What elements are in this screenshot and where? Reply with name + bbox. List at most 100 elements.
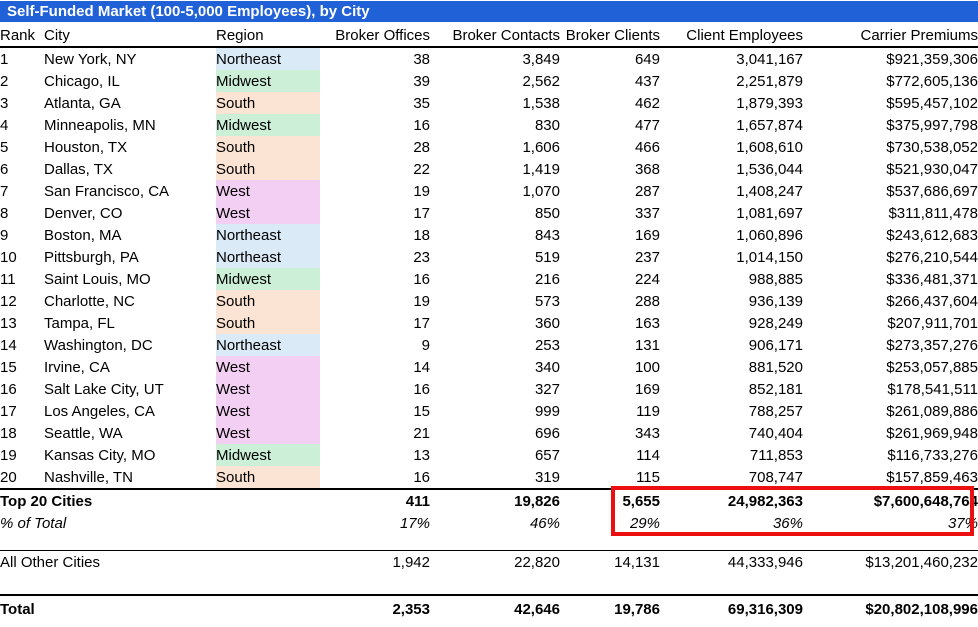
table-row: 1New York, NYNortheast383,8496493,041,16…	[0, 47, 978, 70]
cell-region: Midwest	[216, 444, 320, 466]
cell-city: Salt Lake City, UT	[44, 378, 216, 400]
cell-broker-offices: 21	[320, 422, 430, 444]
cell-region: Northeast	[216, 47, 320, 70]
cell-rank: 2	[0, 70, 44, 92]
cell-broker-contacts: 340	[430, 356, 560, 378]
cell-region: West	[216, 180, 320, 202]
cell-region: South	[216, 136, 320, 158]
cell-city: Kansas City, MO	[44, 444, 216, 466]
report-title-bar: Self-Funded Market (100-5,000 Employees)…	[0, 1, 978, 22]
cell-rank: 3	[0, 92, 44, 114]
cell-client-employees: 1,608,610	[660, 136, 803, 158]
col-header-broker-clients: Broker Clients	[560, 24, 660, 47]
top20-broker-offices: 411	[320, 489, 430, 512]
table-row: 14Washington, DCNortheast9253131906,171$…	[0, 334, 978, 356]
cell-broker-contacts: 1,538	[430, 92, 560, 114]
cell-broker-clients: 288	[560, 290, 660, 312]
cell-region: South	[216, 158, 320, 180]
cell-broker-contacts: 657	[430, 444, 560, 466]
col-header-broker-contacts: Broker Contacts	[430, 24, 560, 47]
cell-region: West	[216, 422, 320, 444]
cell-region: South	[216, 290, 320, 312]
cell-carrier-premiums: $207,911,701	[803, 312, 978, 334]
cell-broker-contacts: 696	[430, 422, 560, 444]
col-header-city: City	[44, 24, 216, 47]
cell-broker-clients: 466	[560, 136, 660, 158]
cell-broker-clients: 337	[560, 202, 660, 224]
other-broker-offices: 1,942	[320, 551, 430, 574]
cell-carrier-premiums: $772,605,136	[803, 70, 978, 92]
cell-broker-clients: 169	[560, 224, 660, 246]
other-client-employees: 44,333,946	[660, 551, 803, 574]
table-row: 19Kansas City, MOMidwest13657114711,853$…	[0, 444, 978, 466]
cell-carrier-premiums: $116,733,276	[803, 444, 978, 466]
cell-broker-offices: 22	[320, 158, 430, 180]
cell-rank: 1	[0, 47, 44, 70]
cell-broker-clients: 437	[560, 70, 660, 92]
table-row: 3Atlanta, GASouth351,5384621,879,393$595…	[0, 92, 978, 114]
cell-carrier-premiums: $336,481,371	[803, 268, 978, 290]
cell-carrier-premiums: $261,969,948	[803, 422, 978, 444]
cell-broker-contacts: 253	[430, 334, 560, 356]
cell-region: West	[216, 400, 320, 422]
cell-broker-contacts: 573	[430, 290, 560, 312]
pct-client-employees: 36%	[660, 512, 803, 534]
cell-rank: 6	[0, 158, 44, 180]
cell-city: Pittsburgh, PA	[44, 246, 216, 268]
col-header-rank: Rank	[0, 24, 44, 47]
cell-carrier-premiums: $157,859,463	[803, 466, 978, 489]
cell-broker-offices: 17	[320, 202, 430, 224]
cell-rank: 16	[0, 378, 44, 400]
cell-broker-contacts: 3,849	[430, 47, 560, 70]
cell-broker-clients: 287	[560, 180, 660, 202]
cell-rank: 4	[0, 114, 44, 136]
cell-client-employees: 2,251,879	[660, 70, 803, 92]
cell-broker-contacts: 360	[430, 312, 560, 334]
cell-carrier-premiums: $537,686,697	[803, 180, 978, 202]
summary-row-total: Total 2,353 42,646 19,786 69,316,309 $20…	[0, 595, 978, 622]
cell-broker-contacts: 999	[430, 400, 560, 422]
cell-client-employees: 928,249	[660, 312, 803, 334]
cell-client-employees: 881,520	[660, 356, 803, 378]
cell-broker-contacts: 216	[430, 268, 560, 290]
col-header-region: Region	[216, 24, 320, 47]
cell-region: West	[216, 202, 320, 224]
cell-broker-contacts: 2,562	[430, 70, 560, 92]
cell-rank: 14	[0, 334, 44, 356]
cell-carrier-premiums: $266,437,604	[803, 290, 978, 312]
page-title: Self-Funded Market (100-5,000 Employees)…	[7, 3, 370, 20]
cell-region: West	[216, 356, 320, 378]
cell-client-employees: 1,081,697	[660, 202, 803, 224]
cell-broker-clients: 649	[560, 47, 660, 70]
table-row: 11Saint Louis, MOMidwest16216224988,885$…	[0, 268, 978, 290]
table-row: 18Seattle, WAWest21696343740,404$261,969…	[0, 422, 978, 444]
cell-client-employees: 936,139	[660, 290, 803, 312]
cell-client-employees: 740,404	[660, 422, 803, 444]
cell-client-employees: 1,536,044	[660, 158, 803, 180]
cell-broker-clients: 237	[560, 246, 660, 268]
cell-broker-clients: 368	[560, 158, 660, 180]
cell-carrier-premiums: $521,930,047	[803, 158, 978, 180]
cell-carrier-premiums: $921,359,306	[803, 47, 978, 70]
top20-broker-clients: 5,655	[560, 489, 660, 512]
cell-carrier-premiums: $730,538,052	[803, 136, 978, 158]
header-row: Rank City Region Broker Offices Broker C…	[0, 24, 978, 47]
cell-rank: 8	[0, 202, 44, 224]
cell-broker-clients: 169	[560, 378, 660, 400]
summary-label-pct: % of Total	[0, 512, 320, 534]
cell-broker-offices: 9	[320, 334, 430, 356]
cell-broker-offices: 35	[320, 92, 430, 114]
cell-city: New York, NY	[44, 47, 216, 70]
cell-broker-clients: 462	[560, 92, 660, 114]
cell-broker-contacts: 1,419	[430, 158, 560, 180]
cell-client-employees: 708,747	[660, 466, 803, 489]
other-broker-contacts: 22,820	[430, 551, 560, 574]
cell-broker-clients: 131	[560, 334, 660, 356]
summary-row-top20: Top 20 Cities 411 19,826 5,655 24,982,36…	[0, 489, 978, 512]
cell-broker-clients: 100	[560, 356, 660, 378]
cell-client-employees: 1,060,896	[660, 224, 803, 246]
cell-broker-offices: 14	[320, 356, 430, 378]
cell-broker-offices: 13	[320, 444, 430, 466]
cell-city: Houston, TX	[44, 136, 216, 158]
cell-broker-clients: 119	[560, 400, 660, 422]
